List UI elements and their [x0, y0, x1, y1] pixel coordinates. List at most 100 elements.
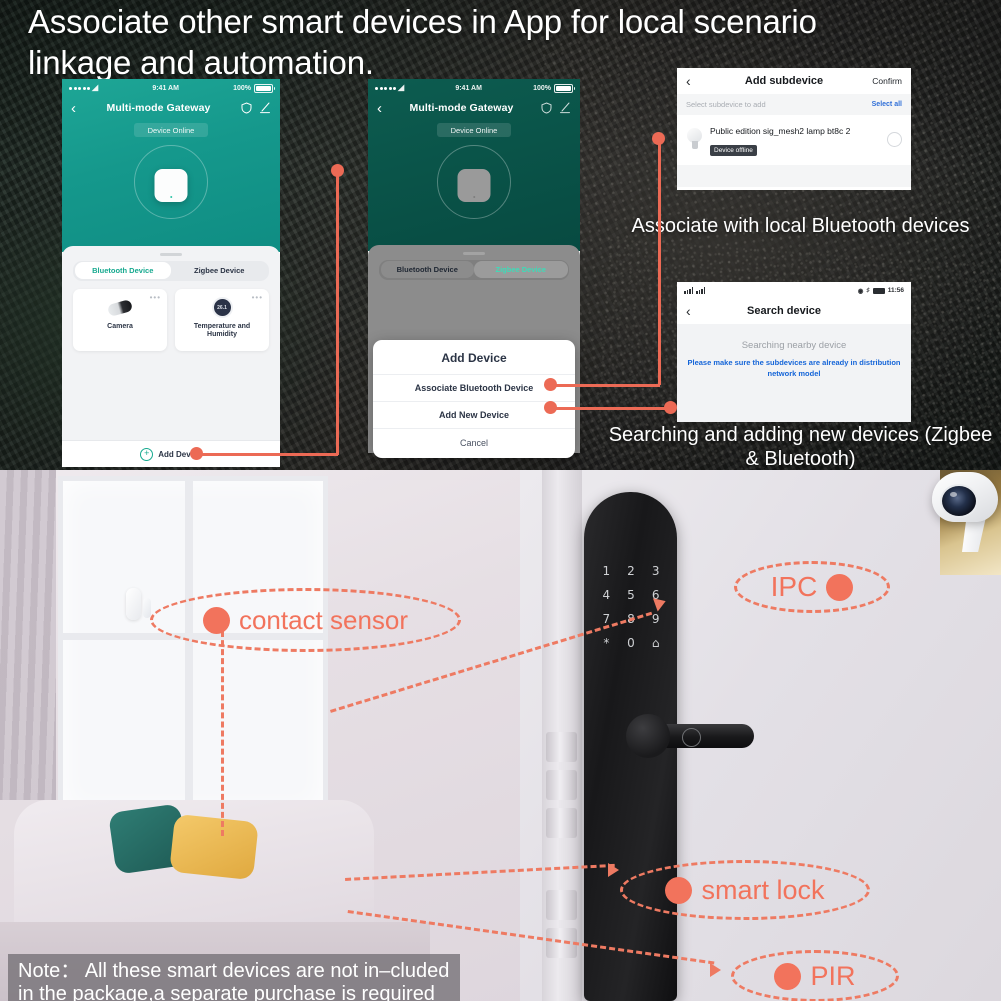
gateway-visual [368, 137, 580, 233]
connector-line-addnew-h [550, 407, 670, 410]
subdevice-name: Public edition sig_mesh2 lamp bt8c 2 [710, 126, 851, 136]
battery-icon [254, 83, 275, 93]
status-bar: ◉ ♯ 11:56 [677, 282, 911, 298]
status-bar-right: 100% [233, 83, 275, 93]
ip-camera-device [910, 470, 1001, 562]
device-type-tabs: Bluetooth Device Zigbee Device [379, 259, 569, 280]
keypad-key: 5 [627, 588, 635, 602]
connector-dot-associate-target [652, 132, 665, 145]
caption-searching-devices: Searching and adding new devices (Zigbee… [608, 424, 993, 470]
fingerprint-reader-icon [682, 728, 701, 747]
back-chevron-icon[interactable]: ‹ [377, 101, 382, 116]
page-title: Multi-mode Gateway [409, 102, 514, 114]
keypad-key: * [603, 636, 610, 650]
pencil-icon[interactable] [259, 102, 271, 114]
keypad-key: 2 [627, 564, 635, 578]
subdevice-info: Public edition sig_mesh2 lamp bt8c 2 Dev… [710, 121, 880, 157]
camera-icon [106, 293, 134, 323]
panel-add-subdevice: ‹ Add subdevice Confirm Select subdevice… [677, 68, 911, 190]
arrow-pir [710, 963, 721, 977]
battery-icon [554, 83, 575, 93]
pencil-icon[interactable] [559, 102, 571, 114]
plus-circle-icon: + [140, 447, 154, 461]
dialog-cancel-button[interactable]: Cancel [373, 428, 575, 458]
note-text: Note： All these smart devices are not in… [18, 960, 450, 1001]
tab-bluetooth-device[interactable]: Bluetooth Device [74, 262, 171, 279]
callout-pir: PIR [731, 950, 899, 1001]
status-time: 9:41 AM [455, 84, 482, 92]
back-chevron-icon[interactable]: ‹ [71, 101, 76, 116]
subdevice-list-item[interactable]: Public edition sig_mesh2 lamp bt8c 2 Dev… [677, 115, 911, 165]
connector-line-associate-v [658, 138, 661, 385]
shield-icon[interactable] [241, 102, 252, 114]
window-mullion-vertical [185, 481, 193, 811]
subdevice-select-radio[interactable] [887, 131, 902, 147]
status-badge: Device Online [437, 123, 511, 137]
tab-zigbee-device[interactable]: Zigbee Device [171, 262, 268, 279]
status-badge: Device offline [710, 145, 757, 156]
device-card-camera[interactable]: ••• Camera [73, 288, 167, 351]
sheet-grabber[interactable] [463, 252, 485, 255]
device-name: Camera [107, 322, 133, 330]
gateway-hero: ◢ 9:41 AM 100% ‹ Multi-mode Gateway Devi… [62, 79, 280, 252]
curtain [0, 470, 56, 800]
callout-ipc: IPC [734, 561, 890, 613]
phone-mockup-gateway: ◢ 9:41 AM 100% ‹ Multi-mode Gateway Devi… [62, 79, 280, 467]
nav-bar: ‹ Multi-mode Gateway [62, 95, 280, 119]
callout-dot [826, 573, 854, 601]
callout-label: PIR [810, 960, 856, 991]
callout-smart-lock: smart lock [620, 860, 870, 920]
search-status-body: Searching nearby device Please make sure… [677, 324, 911, 422]
camera-lens [940, 484, 978, 518]
dash-line-hub-to-contact [221, 622, 224, 836]
back-chevron-icon[interactable]: ‹ [686, 73, 706, 89]
device-card-temperature-humidity[interactable]: ••• 26.1 Temperature and Humidity [175, 288, 269, 351]
connector-line-horizontal-left [196, 453, 338, 456]
thermostat-icon: 26.1 [211, 293, 233, 323]
status-bar-left [684, 287, 705, 294]
sheet-grabber[interactable] [160, 253, 182, 256]
device-card-list: ••• Camera ••• 26.1 Temperature and Humi… [73, 288, 269, 351]
more-options-icon[interactable]: ••• [150, 293, 161, 302]
shield-icon[interactable] [541, 102, 552, 114]
keypad-key: 0 [627, 636, 635, 650]
callout-dot [774, 962, 802, 990]
bulb-icon [686, 128, 703, 150]
tab-zigbee-device[interactable]: Zigbee Device [474, 261, 568, 278]
wifi-icon: ◢ [398, 83, 405, 92]
door-area: 1 2 3 4 5 6 7 8 9 * 0 ⌂ [520, 470, 1001, 1001]
select-all-button[interactable]: Select all [872, 101, 902, 108]
confirm-button[interactable]: Confirm [862, 76, 902, 86]
caption-associate-bluetooth: Associate with local Bluetooth devices [631, 215, 970, 237]
signal-bars-icon [684, 287, 693, 294]
callout-label: smart lock [701, 874, 825, 905]
gateway-visual [62, 137, 280, 233]
living-room-background [0, 470, 560, 1001]
cushion-yellow [169, 813, 259, 881]
connector-dot-add-device-target [190, 447, 203, 460]
status-time: 11:56 [887, 287, 904, 294]
status-badge: Device Online [134, 123, 208, 137]
keypad-key: 1 [602, 564, 611, 578]
status-bar-left: ◢ [69, 84, 98, 92]
searching-label: Searching nearby device [741, 340, 847, 351]
nav-actions [241, 102, 271, 114]
status-bar: ◢ 9:41 AM 100% [62, 79, 280, 95]
battery-percent: 100% [533, 84, 551, 92]
search-hint: Please make sure the subdevices are alre… [687, 358, 901, 378]
infographic-page: Associate other smart devices in App for… [0, 0, 1001, 1001]
callout-dot [202, 606, 230, 634]
back-chevron-icon[interactable]: ‹ [686, 303, 706, 319]
connector-line-vertical-left [336, 170, 339, 455]
door-hinge-1 [546, 732, 577, 762]
doorbell-icon: ⌂ [651, 636, 660, 650]
tab-bluetooth-device[interactable]: Bluetooth Device [380, 261, 474, 278]
contact-sensor-magnet [143, 598, 151, 618]
status-bar-right: ◉ ♯ 11:56 [858, 287, 904, 295]
nav-actions [541, 102, 571, 114]
more-options-icon[interactable]: ••• [252, 293, 263, 302]
status-bar-left: ◢ [375, 84, 404, 92]
select-hint-row: Select subdevice to add Select all [677, 94, 911, 115]
gateway-device-image [457, 169, 491, 202]
mute-icon: ♯ [866, 287, 870, 294]
